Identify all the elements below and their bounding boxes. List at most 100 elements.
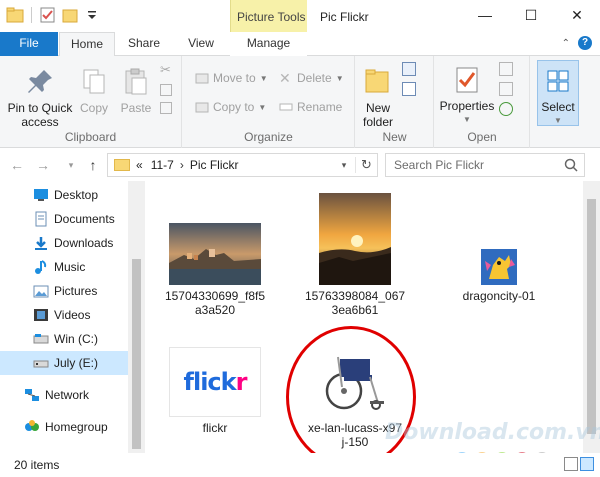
nav-item-pictures[interactable]: Pictures	[0, 279, 128, 303]
videos-icon	[33, 307, 49, 323]
properties-icon	[451, 64, 483, 96]
dropdown-caret-icon: ▼	[554, 116, 562, 125]
rename-button[interactable]: Rename	[279, 98, 342, 116]
pin-label: Pin to Quick access	[7, 101, 73, 129]
file-item[interactable]: dragoncity-01	[444, 193, 554, 303]
properties-icon[interactable]	[39, 6, 57, 24]
nav-item-desktop[interactable]: Desktop	[0, 183, 128, 207]
close-button[interactable]: ✕	[554, 0, 600, 30]
pin-to-quick-access-button[interactable]: Pin to Quick access	[4, 66, 76, 129]
file-item[interactable]: flickr flickr	[160, 347, 270, 435]
breadcrumb-pic-flickr[interactable]: Pic Flickr	[190, 158, 239, 172]
new-folder-button[interactable]: New folder	[358, 66, 398, 129]
new-item-icon[interactable]	[402, 62, 416, 76]
dropdown-caret-icon: ▼	[335, 73, 344, 83]
network-icon	[24, 387, 40, 403]
file-thumbnail	[169, 223, 261, 285]
ribbon-controls: ⌃ ?	[562, 36, 592, 50]
move-to-icon	[195, 71, 209, 85]
select-button[interactable]: Select ▼	[537, 60, 579, 126]
breadcrumb-overflow[interactable]: «	[136, 158, 143, 172]
picture-tools-header: Picture Tools	[230, 0, 307, 32]
cut-icon[interactable]: ✂	[160, 62, 172, 78]
help-icon[interactable]: ?	[578, 36, 592, 50]
new-group: New folder New	[356, 56, 434, 148]
edit-icon[interactable]	[499, 82, 513, 96]
forward-arrow-icon[interactable]: →	[34, 156, 52, 174]
paste-button[interactable]: Paste	[118, 66, 154, 115]
customize-toolbar-icon[interactable]	[83, 6, 101, 24]
nav-item-label: Pictures	[54, 284, 98, 298]
easy-access-icon[interactable]	[402, 82, 416, 96]
recent-locations-chevron-icon[interactable]: ▾	[62, 156, 80, 174]
tab-view[interactable]: View	[176, 32, 226, 56]
move-to-label: Move to	[213, 71, 256, 85]
address-dropdown-icon[interactable]: ▾	[333, 160, 355, 171]
details-view-icon[interactable]	[564, 457, 578, 471]
dropdown-caret-icon: ▼	[258, 102, 267, 112]
scrollbar-thumb[interactable]	[132, 259, 141, 449]
refresh-icon[interactable]: ↻	[355, 157, 377, 173]
minimize-button[interactable]: —	[462, 0, 508, 30]
scrollbar-thumb[interactable]	[587, 199, 596, 434]
organize-group-label: Organize	[244, 130, 293, 144]
paste-icon	[120, 66, 152, 98]
desktop-icon	[33, 187, 49, 203]
open-icon[interactable]	[499, 62, 513, 76]
nav-item-july-e[interactable]: July (E:)	[0, 351, 128, 375]
copy-to-button[interactable]: Copy to ▼	[195, 98, 266, 116]
nav-item-network[interactable]: Network	[0, 383, 128, 407]
open-group: Properties ▼ Open	[435, 56, 530, 148]
file-item[interactable]: xe-lan-lucass-x97 j-150	[300, 347, 410, 449]
ribbon: Pin to Quick access Copy Paste ✂ Clipboa…	[0, 56, 600, 148]
file-item[interactable]: 15763398084_067 3ea6b61	[300, 193, 410, 317]
file-item[interactable]: 15704330699_f8f5 a3a520	[160, 193, 270, 317]
delete-icon: ✕	[279, 70, 291, 86]
window-title: Pic Flickr	[320, 10, 369, 24]
file-name: j-150	[341, 435, 369, 449]
open-group-label: Open	[467, 130, 497, 144]
properties-button[interactable]: Properties ▼	[439, 64, 495, 127]
copy-button[interactable]: Copy	[76, 66, 112, 115]
delete-button[interactable]: ✕ Delete ▼	[279, 69, 344, 87]
tab-home[interactable]: Home	[59, 32, 115, 57]
flickr-logo: flickr	[184, 370, 248, 394]
nav-item-music[interactable]: Music	[0, 255, 128, 279]
select-all-icon	[542, 65, 574, 97]
tab-share[interactable]: Share	[119, 32, 169, 56]
nav-item-win-c[interactable]: Win (C:)	[0, 327, 128, 351]
search-icon[interactable]	[564, 158, 578, 172]
file-list-scrollbar[interactable]	[583, 181, 600, 453]
address-bar[interactable]: « 11-7 › Pic Flickr ▾ ↻	[107, 153, 378, 177]
back-arrow-icon[interactable]: ←	[8, 156, 26, 174]
nav-item-homegroup[interactable]: Homegroup	[0, 415, 128, 439]
copy-path-icon[interactable]	[160, 84, 172, 96]
drive-icon	[33, 331, 49, 347]
pin-icon	[24, 66, 56, 98]
collapse-ribbon-icon[interactable]: ⌃	[562, 38, 570, 49]
file-name: a3a520	[194, 303, 236, 317]
nav-item-downloads[interactable]: Downloads	[0, 231, 128, 255]
move-to-button[interactable]: Move to ▼	[195, 69, 268, 87]
organize-group: Move to ▼ Copy to ▼ ✕ Delete ▼ Rename Organ…	[183, 56, 355, 148]
paste-label: Paste	[120, 101, 152, 115]
breadcrumb-11-7[interactable]: 11-7	[151, 158, 174, 172]
large-icons-view-icon[interactable]	[580, 457, 594, 471]
file-list: 15704330699_f8f5 a3a520 15763398084_067 …	[146, 181, 583, 453]
nav-item-label: July (E:)	[54, 356, 99, 370]
nav-item-documents[interactable]: Documents	[0, 207, 128, 231]
up-arrow-icon[interactable]: ↑	[84, 156, 102, 174]
nav-item-label: Network	[45, 388, 90, 402]
status-bar: 20 items	[0, 453, 600, 477]
nav-pane-scrollbar[interactable]	[128, 181, 145, 453]
search-input[interactable]: Search Pic Flickr	[385, 153, 585, 177]
tab-manage[interactable]: Manage	[230, 32, 307, 56]
tab-file[interactable]: File	[0, 32, 58, 56]
file-name: dragoncity-01	[462, 289, 536, 303]
maximize-button[interactable]: ☐	[508, 0, 554, 30]
history-icon[interactable]	[499, 102, 513, 116]
nav-item-videos[interactable]: Videos	[0, 303, 128, 327]
breadcrumb-chevron-icon[interactable]: ›	[180, 158, 184, 172]
paste-shortcut-icon[interactable]	[160, 102, 172, 114]
new-folder-icon[interactable]	[61, 6, 79, 24]
